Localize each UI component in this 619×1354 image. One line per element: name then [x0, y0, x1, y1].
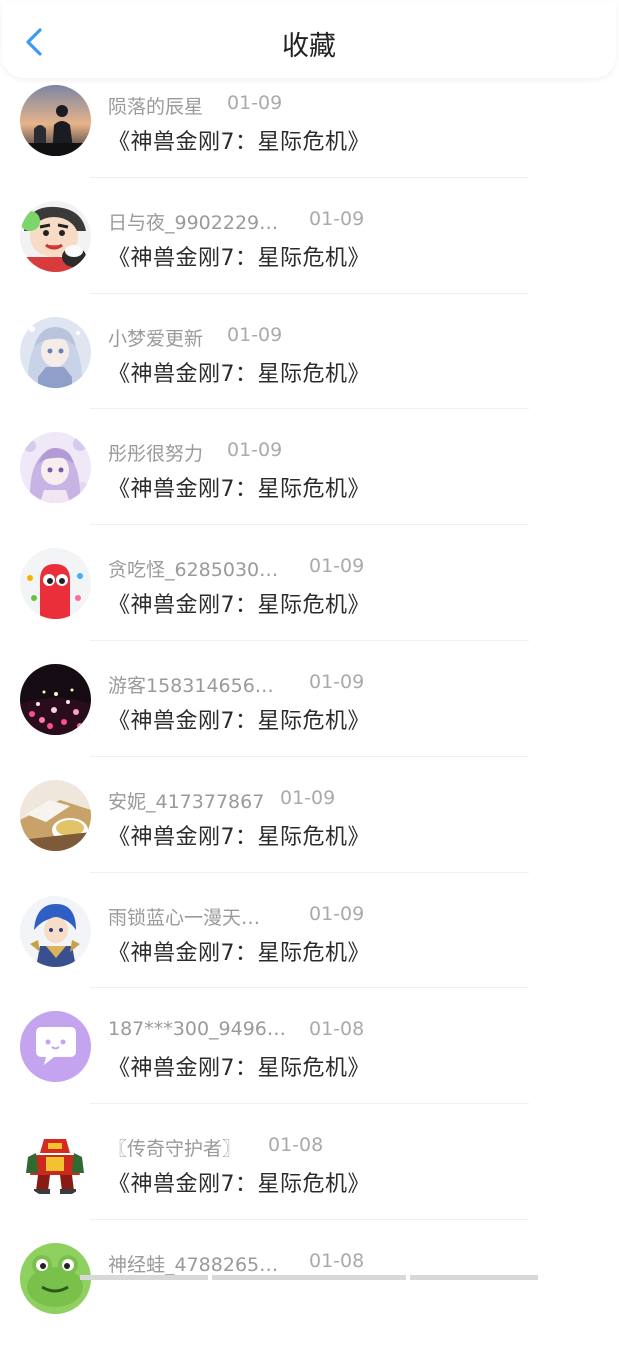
anime-girl-avatar-icon	[20, 432, 91, 504]
avatar[interactable]	[20, 316, 91, 388]
date: 01-09	[227, 323, 283, 346]
divider	[90, 1218, 529, 1220]
movie-title[interactable]: 《神兽金刚7：星际危机》	[108, 935, 370, 967]
date: 01-09	[309, 670, 365, 693]
date: 01-08	[309, 1249, 365, 1272]
page-title: 收藏	[282, 31, 336, 62]
tea-cake-avatar-icon	[20, 779, 91, 851]
list-item[interactable]: 陨落的辰星 01-09 《神兽金刚7：星际危机》	[0, 80, 619, 196]
avatar[interactable]	[20, 548, 91, 620]
movie-title[interactable]: 《神兽金刚7：星际危机》	[108, 471, 370, 503]
divider	[90, 292, 529, 294]
movie-title[interactable]: 《神兽金刚7：星际危机》	[108, 1166, 370, 1198]
avatar[interactable]	[20, 1127, 91, 1199]
username: 〖传奇守护者〗	[108, 1138, 242, 1161]
avatar[interactable]	[20, 663, 91, 735]
avatar[interactable]	[20, 85, 91, 156]
avatar[interactable]	[20, 779, 91, 851]
username: 神经蛙_4788265…	[108, 1253, 279, 1276]
anime-character-avatar-icon	[20, 895, 91, 967]
nav-header: 收藏	[2, 2, 616, 78]
divider	[90, 639, 529, 641]
monster-avatar-icon	[20, 548, 91, 620]
date: 01-09	[280, 786, 336, 809]
favorites-list: 陨落的辰星 01-09 《神兽金刚7：星际危机》 日与夜_9902229… 01…	[0, 80, 619, 1354]
divider	[90, 1103, 529, 1105]
movie-title[interactable]: 《神兽金刚7：星际危机》	[108, 356, 370, 388]
date: 01-09	[309, 555, 365, 578]
cartoon-boy-avatar-icon	[20, 200, 91, 272]
username: 陨落的辰星	[108, 96, 204, 118]
date: 01-08	[309, 1018, 365, 1041]
chat-bubble-icon	[20, 1011, 91, 1083]
list-item[interactable]: 安妮_417377867 01-09 《神兽金刚7：星际危机》	[0, 775, 619, 891]
avatar[interactable]	[20, 432, 91, 504]
username: 日与夜_9902229…	[108, 211, 279, 234]
list-item[interactable]: 小梦爱更新 01-09 《神兽金刚7：星际危机》	[0, 312, 619, 428]
avatar[interactable]	[20, 200, 91, 272]
heart-lights-avatar-icon	[20, 663, 91, 735]
movie-title[interactable]: 《神兽金刚7：星际危机》	[108, 124, 370, 156]
tab-strip-segment	[80, 1275, 208, 1280]
divider	[90, 524, 529, 526]
silhouette-avatar-icon	[20, 85, 91, 156]
username: 彤彤很努力	[108, 443, 204, 466]
movie-title[interactable]: 《神兽金刚7：星际危机》	[108, 703, 370, 735]
username: 雨锁蓝心一漫天…	[108, 906, 261, 929]
username: 安妮_417377867	[108, 790, 265, 813]
username: 贪吃怪_6285030…	[108, 559, 279, 582]
movie-title[interactable]: 《神兽金刚7：星际危机》	[108, 819, 370, 851]
avatar[interactable]	[20, 895, 91, 967]
date: 01-09	[309, 207, 365, 230]
movie-title[interactable]: 《神兽金刚7：星际危机》	[108, 1050, 370, 1082]
avatar[interactable]	[20, 1011, 91, 1083]
list-item[interactable]: 日与夜_9902229… 01-09 《神兽金刚7：星际危机》	[0, 196, 619, 312]
list-item[interactable]: 神经蛙_4788265… 01-08	[0, 1238, 619, 1354]
anime-girl-avatar-icon	[20, 316, 91, 388]
divider	[90, 176, 529, 178]
divider	[90, 408, 529, 410]
list-item[interactable]: 雨锁蓝心一漫天… 01-09 《神兽金刚7：星际危机》	[0, 891, 619, 1007]
tab-strip-segment	[212, 1275, 406, 1280]
list-item[interactable]: 贪吃怪_6285030… 01-09 《神兽金刚7：星际危机》	[0, 543, 619, 659]
divider	[90, 755, 529, 757]
date: 01-09	[227, 92, 283, 114]
bottom-tab-strip	[0, 1275, 619, 1280]
robot-avatar-icon	[20, 1127, 91, 1199]
date: 01-08	[268, 1134, 324, 1157]
list-item[interactable]: 〖传奇守护者〗 01-08 《神兽金刚7：星际危机》	[0, 1122, 619, 1238]
divider	[90, 987, 529, 989]
list-item[interactable]: 彤彤很努力 01-09 《神兽金刚7：星际危机》	[0, 427, 619, 543]
tab-strip-segment	[410, 1275, 538, 1280]
list-item[interactable]: 187***300_9496… 01-08 《神兽金刚7：星际危机》	[0, 1006, 619, 1122]
movie-title[interactable]: 《神兽金刚7：星际危机》	[108, 240, 370, 272]
list-item[interactable]: 游客158314656… 01-09 《神兽金刚7：星际危机》	[0, 659, 619, 775]
username: 187***300_9496…	[108, 1018, 286, 1041]
date: 01-09	[227, 439, 283, 462]
movie-title[interactable]: 《神兽金刚7：星际危机》	[108, 587, 370, 619]
date: 01-09	[309, 902, 365, 925]
username: 小梦爱更新	[108, 327, 204, 350]
divider	[90, 871, 529, 873]
username: 游客158314656…	[108, 674, 274, 697]
